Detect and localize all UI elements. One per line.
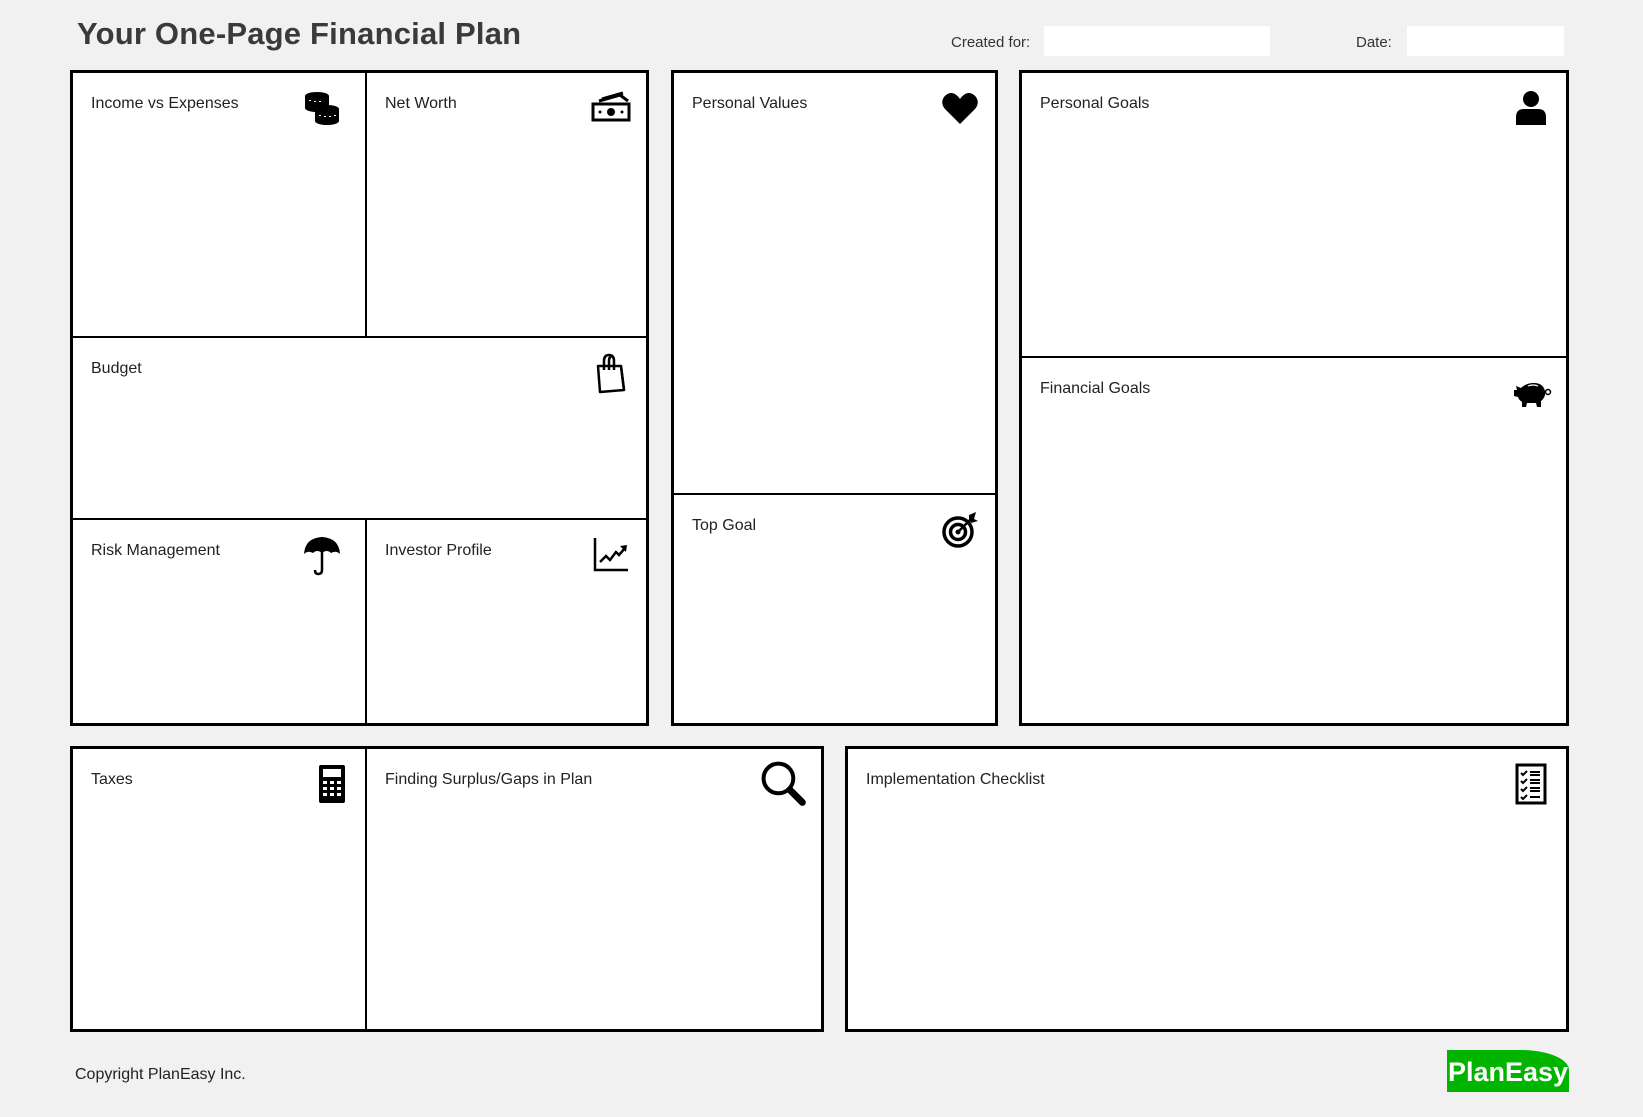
income-vs-expenses-section[interactable]: Income vs Expenses — [73, 73, 365, 336]
piggy-bank-icon — [1510, 372, 1552, 414]
person-icon — [1510, 87, 1552, 129]
goals-panel: Personal Goals Financial Goals — [1019, 70, 1569, 726]
planeasy-logo: PlanEasy — [1447, 1050, 1569, 1092]
section-label: Net Worth — [385, 95, 457, 112]
section-label: Risk Management — [91, 542, 220, 559]
date-label: Date: — [1356, 34, 1392, 51]
section-label: Taxes — [91, 771, 133, 788]
section-label: Budget — [91, 360, 142, 377]
target-icon — [939, 509, 981, 551]
trend-chart-icon — [590, 534, 632, 576]
cash-icon — [590, 87, 632, 129]
page-title: Your One-Page Financial Plan — [77, 16, 522, 51]
budget-section[interactable]: Budget — [73, 338, 646, 518]
net-worth-section[interactable]: Net Worth — [367, 73, 646, 336]
created-for-input[interactable] — [1044, 26, 1270, 56]
top-goal-section[interactable]: Top Goal — [674, 495, 995, 723]
section-label: Financial Goals — [1040, 380, 1151, 397]
section-label: Implementation Checklist — [866, 771, 1045, 788]
taxes-surplus-panel: Taxes Finding Surplus/Gaps in Plan — [70, 746, 824, 1032]
finding-surplus-section[interactable]: Finding Surplus/Gaps in Plan — [367, 749, 821, 1029]
section-label: Personal Goals — [1040, 95, 1150, 112]
section-label: Investor Profile — [385, 542, 492, 559]
section-label: Finding Surplus/Gaps in Plan — [385, 771, 593, 788]
copyright-text: Copyright PlanEasy Inc. — [75, 1066, 246, 1083]
investor-profile-section[interactable]: Investor Profile — [367, 520, 646, 723]
implementation-checklist-section[interactable]: Implementation Checklist — [848, 749, 1566, 1029]
implementation-panel: Implementation Checklist — [845, 746, 1569, 1032]
financial-overview-panel: Income vs Expenses Net Worth Budget Risk… — [70, 70, 649, 726]
values-panel: Personal Values Top Goal — [671, 70, 998, 726]
taxes-section[interactable]: Taxes — [73, 749, 365, 1029]
coins-icon — [301, 87, 343, 129]
umbrella-icon — [301, 534, 343, 576]
created-for-label: Created for: — [951, 34, 1031, 51]
risk-management-section[interactable]: Risk Management — [73, 520, 365, 723]
shopping-bag-icon — [590, 352, 632, 394]
section-label: Top Goal — [692, 517, 757, 534]
personal-values-section[interactable]: Personal Values — [674, 73, 995, 493]
calculator-icon — [311, 763, 353, 805]
checklist-icon — [1510, 763, 1552, 805]
section-label: Income vs Expenses — [91, 95, 239, 112]
financial-goals-section[interactable]: Financial Goals — [1022, 358, 1566, 723]
personal-goals-section[interactable]: Personal Goals — [1022, 73, 1566, 356]
magnifier-icon — [759, 759, 807, 807]
heart-icon — [939, 87, 981, 129]
section-label: Personal Values — [692, 95, 808, 112]
date-input[interactable] — [1407, 26, 1564, 56]
